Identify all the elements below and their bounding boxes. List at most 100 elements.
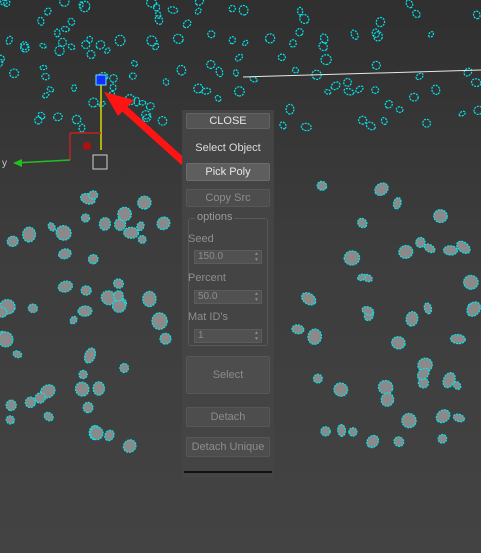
pebble-outline xyxy=(5,399,17,412)
pebble-outline xyxy=(41,72,50,81)
pebble-outline xyxy=(39,42,47,49)
pebble-outline xyxy=(74,381,90,397)
pebble-outline xyxy=(88,190,99,200)
pebble-outline xyxy=(119,362,130,374)
pebble-outline xyxy=(71,84,78,92)
pebble-outline xyxy=(114,34,126,47)
pebble-outline xyxy=(366,434,380,449)
seed-spinner[interactable]: 150.0 ▲ ▼ xyxy=(194,250,262,264)
pebble-outline xyxy=(44,7,52,16)
pebble-outline xyxy=(392,196,402,210)
mat-ids-spinner[interactable]: 1 ▲ ▼ xyxy=(194,329,262,343)
pebble-outline xyxy=(6,235,19,248)
seed-label: Seed xyxy=(188,233,214,245)
pebble-outline xyxy=(159,332,172,345)
horizon-line xyxy=(242,69,481,78)
close-button[interactable]: CLOSE xyxy=(186,113,270,129)
pebble-outline xyxy=(228,4,236,13)
pebble-outline xyxy=(81,40,91,50)
pebble-outline xyxy=(395,106,404,114)
pebble-outline xyxy=(58,248,72,260)
pebble-outline xyxy=(78,1,84,9)
pebble-outline xyxy=(162,78,170,86)
pebble-outline xyxy=(54,28,61,38)
pebble-outline xyxy=(98,100,106,108)
panel-bottom-rule xyxy=(184,471,272,473)
pebble-outline xyxy=(458,110,466,117)
pebble-outline xyxy=(374,182,389,197)
pebble-outline xyxy=(122,439,137,454)
pebble-outline xyxy=(371,86,380,95)
pebble-outline xyxy=(412,9,421,19)
spinner-arrows-icon[interactable]: ▲ ▼ xyxy=(254,330,259,342)
pebble-outline xyxy=(228,36,236,45)
pebble-outline xyxy=(291,66,300,74)
pebble-outline xyxy=(320,426,331,437)
pebble-outline xyxy=(78,123,86,133)
pebble-outline xyxy=(109,83,117,92)
pebble-outline xyxy=(69,315,78,325)
pebble-outline xyxy=(215,66,224,78)
pebble-outline xyxy=(0,331,14,348)
pebble-outline xyxy=(109,74,118,83)
pebble-outline xyxy=(182,19,192,29)
pebble-outline xyxy=(472,10,481,20)
pebble-outline xyxy=(473,105,481,115)
select-button[interactable]: Select xyxy=(186,356,270,394)
pebble-outline xyxy=(201,87,212,95)
pebble-outline xyxy=(324,88,332,95)
pebble-outline xyxy=(285,103,295,115)
mat-ids-label: Mat ID's xyxy=(188,311,228,323)
percent-spinner[interactable]: 50.0 ▲ ▼ xyxy=(194,290,262,304)
pebble-outline xyxy=(172,33,184,44)
pebble-outline xyxy=(437,433,448,444)
pebble-outline xyxy=(242,39,249,47)
pebble-outline xyxy=(452,413,466,423)
pebble-outline xyxy=(78,369,88,380)
pebble-outline xyxy=(358,115,368,125)
pebble-outline xyxy=(39,64,48,71)
pebble-outline xyxy=(375,16,386,28)
pick-poly-button[interactable]: Pick Poly xyxy=(186,163,270,181)
detach-unique-button[interactable]: Detach Unique xyxy=(186,437,270,457)
pebble-outline xyxy=(142,290,157,308)
pebble-outline xyxy=(307,328,323,345)
pebble-outline xyxy=(343,77,352,87)
pebble-outline xyxy=(167,6,179,14)
pebble-outline xyxy=(435,409,451,424)
pebble-outline xyxy=(156,216,171,231)
spinner-arrows-icon[interactable]: ▲ ▼ xyxy=(254,291,259,303)
pebble-outline xyxy=(466,301,481,317)
pebble-outline xyxy=(316,180,328,191)
pebble-outline xyxy=(55,225,72,241)
pebble-outline xyxy=(67,43,76,51)
detach-button[interactable]: Detach xyxy=(186,407,270,427)
pebble-outline xyxy=(343,87,355,96)
pebble-outline xyxy=(371,28,380,38)
pebble-outline xyxy=(5,415,15,425)
pebble-outline xyxy=(428,31,435,38)
pebble-outline xyxy=(86,35,94,44)
pebble-outline xyxy=(337,423,347,437)
gizmo-handle xyxy=(95,74,107,86)
pebble-outline xyxy=(431,84,441,95)
pebble-outline xyxy=(214,94,222,102)
pebble-outline xyxy=(22,226,37,243)
pebble-outline xyxy=(330,81,341,91)
copy-src-button[interactable]: Copy Src xyxy=(186,189,270,207)
pebble-outline xyxy=(59,0,70,7)
transform-gizmo: y xyxy=(2,74,108,170)
spinner-arrows-icon[interactable]: ▲ ▼ xyxy=(254,251,259,263)
pebble-outline xyxy=(371,60,381,70)
pebble-outline xyxy=(0,54,5,63)
pebble-outline xyxy=(123,226,140,239)
pebble-outline xyxy=(137,234,147,244)
pebble-outline xyxy=(37,111,46,120)
pebble-outline xyxy=(151,312,168,330)
pebble-outline xyxy=(295,27,304,37)
pebble-outline xyxy=(296,6,304,16)
pebble-outline xyxy=(456,240,471,255)
pebble-outline xyxy=(238,4,249,16)
pebble-outline xyxy=(57,280,74,293)
pebble-outline xyxy=(333,382,349,397)
